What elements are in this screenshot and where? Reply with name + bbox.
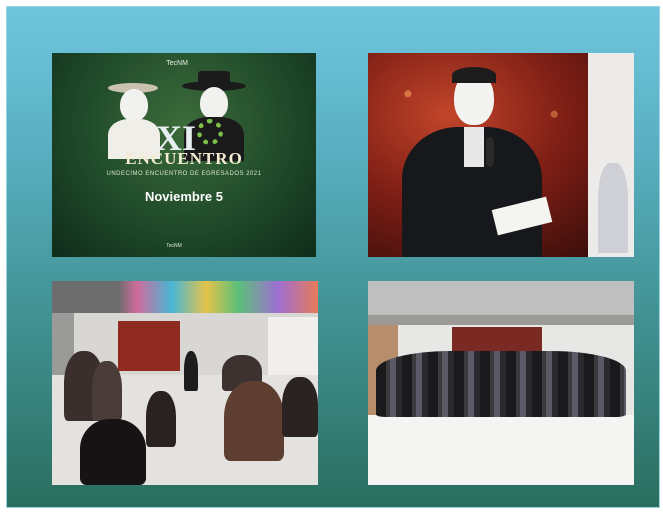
microphone-icon: [486, 137, 494, 167]
group-photo: [368, 281, 634, 485]
poster-title: ENCUENTRO: [125, 149, 243, 168]
poster-date: Noviembre 5: [144, 189, 224, 204]
gear-icon: [197, 119, 223, 145]
colorful-ceiling: [52, 281, 318, 313]
poster-logos: TecNM: [52, 60, 316, 67]
group-crowd: [376, 351, 626, 417]
poster-subtitle: UNDECIMO ENCUENTRO DE EGRESADOS 2021: [106, 171, 262, 177]
speaker-photo: [368, 53, 634, 257]
floor: [368, 415, 634, 485]
altar-backdrop: [118, 321, 180, 371]
event-poster-image: TecNM XI ENCUENTRO UNDECIMO ENCUENTRO DE…: [52, 53, 316, 257]
poster-footer: TecNM: [52, 243, 316, 249]
tecnm-logo: TecNM: [166, 60, 188, 67]
audience-photo: [52, 281, 318, 485]
ceiling: [368, 281, 634, 315]
poster-footer-item: TecNM: [166, 243, 182, 249]
